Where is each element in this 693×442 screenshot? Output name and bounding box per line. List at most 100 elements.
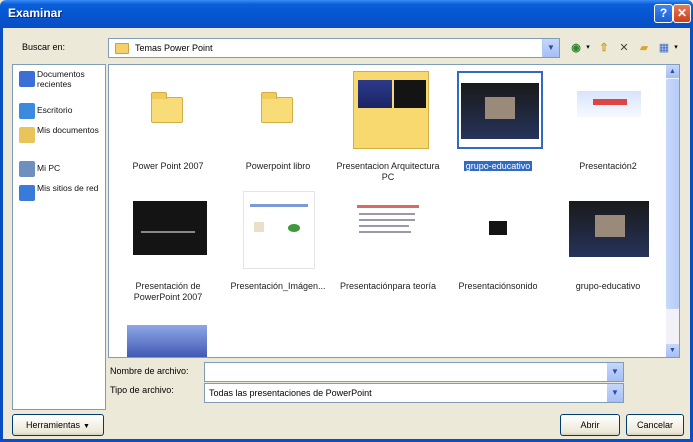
- filetype-dropdown[interactable]: Todas las presentaciones de PowerPoint ▼: [204, 383, 624, 403]
- tools-label: Herramientas: [26, 420, 81, 430]
- chevron-down-icon: ▼: [83, 423, 90, 430]
- open-label: Abrir: [580, 420, 600, 430]
- thumbnail: [463, 191, 535, 269]
- views-icon[interactable]: ▦: [656, 40, 672, 56]
- title-bar: Examinar ? ✕: [0, 0, 693, 28]
- thumbnail: [569, 191, 649, 269]
- lookin-dropdown[interactable]: Temas Power Point ▼: [108, 38, 560, 58]
- photo-image: [595, 215, 625, 237]
- slide-preview: [394, 80, 426, 108]
- file-item[interactable]: Powerpoint libro: [223, 67, 333, 187]
- file-name: Presentación2: [579, 161, 637, 171]
- slide-preview: [133, 201, 207, 255]
- filetype-label: Tipo de archivo:: [110, 385, 174, 395]
- tools-button[interactable]: Herramientas ▼: [12, 414, 104, 436]
- lookin-value: Temas Power Point: [135, 43, 213, 53]
- my-computer-icon: [19, 161, 35, 177]
- place-label: Mis sitios de red: [37, 183, 99, 193]
- file-name: Presentación_Imágen...: [230, 281, 326, 291]
- file-item[interactable]: Presentaciónsonido: [443, 187, 553, 307]
- place-label: Escritorio: [37, 105, 73, 115]
- slide-text-line: [141, 231, 195, 233]
- file-name: Power Point 2007: [132, 161, 204, 171]
- back-arrow-icon[interactable]: ◉: [568, 40, 584, 56]
- thumbnail: [573, 71, 645, 149]
- my-documents-icon: [19, 127, 35, 143]
- file-name: grupo-educativo: [463, 161, 533, 171]
- cancel-button[interactable]: Cancelar: [626, 414, 684, 436]
- thumbnail: [127, 311, 207, 357]
- thumbnail: [243, 191, 315, 269]
- new-folder-icon[interactable]: ▰: [636, 40, 652, 56]
- file-item-selected[interactable]: grupo-educativo: [443, 67, 553, 187]
- photo-image: [485, 97, 515, 119]
- file-item[interactable]: Presentacion Arquitectura PC: [333, 67, 443, 187]
- file-name: grupo-educativo: [575, 281, 641, 291]
- thumbnail: [457, 71, 543, 149]
- folder-icon: [151, 92, 183, 123]
- places-bar: Documentos recientes Escritorio Mis docu…: [12, 64, 106, 410]
- file-item[interactable]: Presentaciónpara teoría: [333, 187, 443, 307]
- cancel-label: Cancelar: [636, 420, 674, 430]
- up-folder-icon[interactable]: ⇧: [596, 40, 612, 56]
- file-item[interactable]: grupo-educativo: [553, 187, 663, 307]
- network-places-icon: [19, 185, 35, 201]
- vertical-scrollbar[interactable]: ▲ ▼: [666, 65, 679, 357]
- file-item[interactable]: Presentación de PowerPoint 2007: [113, 187, 223, 307]
- window-title: Examinar: [8, 6, 63, 20]
- place-label: Mis documentos: [37, 125, 99, 135]
- slide-text-line: [359, 219, 415, 221]
- file-name: Powerpoint libro: [245, 161, 311, 171]
- file-item[interactable]: Power Point 2007: [113, 67, 223, 187]
- help-button[interactable]: ?: [654, 4, 673, 23]
- slide-preview: [358, 80, 392, 108]
- file-item[interactable]: Presentación_Imágen...: [223, 187, 333, 307]
- thumbnail: [353, 191, 425, 269]
- delete-icon[interactable]: ✕: [616, 40, 632, 56]
- views-dropdown-icon[interactable]: ▾: [672, 40, 680, 56]
- folder-icon: [261, 92, 293, 123]
- slide-preview: [489, 221, 507, 235]
- file-item[interactable]: [113, 307, 223, 357]
- open-button[interactable]: Abrir: [560, 414, 620, 436]
- place-label: Mi PC: [37, 163, 61, 173]
- slide-text-line: [250, 204, 308, 207]
- chevron-down-icon[interactable]: ▼: [542, 39, 559, 57]
- slide-text-line: [359, 231, 411, 233]
- scroll-thumb[interactable]: [666, 79, 679, 309]
- file-item[interactable]: Presentación2: [553, 67, 663, 187]
- file-name: Presentacion Arquitectura PC: [336, 161, 440, 182]
- slide-preview: [127, 325, 207, 357]
- slide-preview: [569, 201, 649, 257]
- slide-text-line: [359, 213, 415, 215]
- back-dropdown-icon[interactable]: ▾: [584, 40, 592, 56]
- slide-text-line: [359, 225, 409, 227]
- thumbnail: [133, 71, 205, 149]
- slide-preview: [577, 91, 641, 117]
- folder-preview-thumbnail: [353, 71, 429, 149]
- filename-input[interactable]: ▼: [204, 362, 624, 382]
- thumbnail: [243, 71, 315, 149]
- place-network[interactable]: Mis sitios de red: [15, 181, 103, 221]
- file-name: Presentaciónsonido: [458, 281, 538, 291]
- recent-docs-icon: [19, 71, 35, 87]
- scroll-down-icon[interactable]: ▼: [666, 344, 679, 357]
- slide-text-line: [357, 205, 419, 208]
- file-list[interactable]: Power Point 2007 Powerpoint libro Presen…: [108, 64, 680, 358]
- slide-image: [288, 224, 300, 232]
- slide-image: [254, 222, 264, 232]
- filetype-value: Todas las presentaciones de PowerPoint: [209, 388, 372, 398]
- thumbnail: [131, 191, 209, 269]
- filename-label: Nombre de archivo:: [110, 366, 189, 376]
- scroll-up-icon[interactable]: ▲: [666, 65, 679, 78]
- chevron-down-icon[interactable]: ▼: [607, 384, 623, 402]
- close-button[interactable]: ✕: [673, 4, 691, 23]
- chevron-down-icon[interactable]: ▼: [607, 363, 623, 381]
- place-label: Documentos recientes: [37, 69, 85, 89]
- slide-preview: [461, 83, 539, 139]
- lookin-label: Buscar en:: [22, 42, 66, 52]
- folder-icon: [115, 43, 129, 54]
- slide-title-bar: [593, 99, 627, 105]
- desktop-icon: [19, 103, 35, 119]
- file-name: Presentaciónpara teoría: [339, 281, 437, 291]
